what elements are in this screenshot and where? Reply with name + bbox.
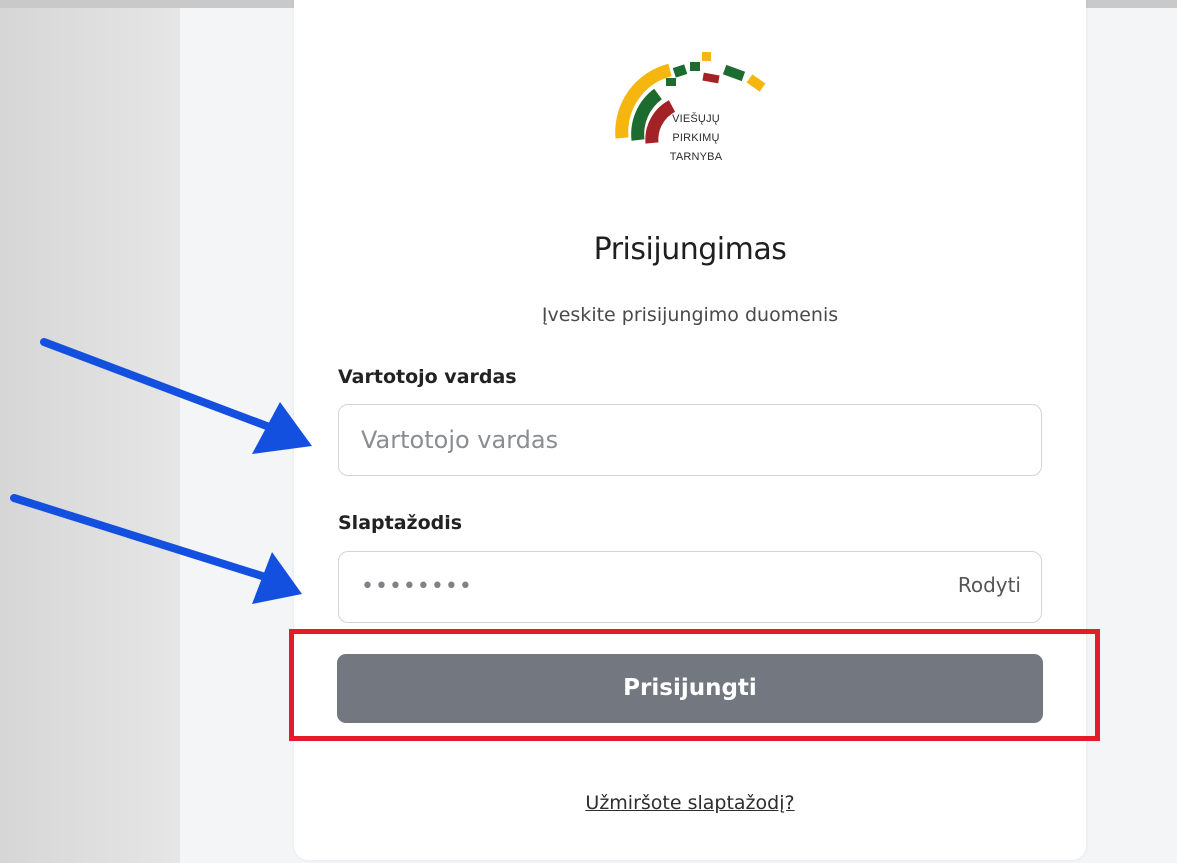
password-field-wrapper[interactable]: •••••••• Rodyti [338, 551, 1042, 623]
forgot-password-link[interactable]: Užmiršote slaptažodį? [294, 792, 1086, 814]
logo-line-2: PIRKIMŲ [672, 132, 720, 144]
password-input[interactable]: •••••••• [361, 574, 473, 599]
arrow-right-down-icon [10, 490, 310, 610]
logo-text: VIEŠŲJŲ PIRKIMŲ TARNYBA [646, 110, 746, 167]
username-input[interactable] [339, 405, 1041, 475]
password-label: Slaptažodis [338, 512, 463, 534]
show-password-toggle[interactable]: Rodyti [958, 573, 1021, 597]
arrow-right-down-icon [40, 336, 320, 456]
username-field-wrapper [338, 404, 1042, 476]
username-label: Vartotojo vardas [338, 366, 517, 388]
logo-line-3: TARNYBA [669, 151, 723, 163]
logo-line-1: VIEŠŲJŲ [672, 113, 720, 125]
page-title: Prisijungimas [593, 232, 787, 267]
page-subtitle: Įveskite prisijungimo duomenis [541, 304, 839, 326]
login-submit-button[interactable]: Prisijungti [337, 654, 1043, 723]
